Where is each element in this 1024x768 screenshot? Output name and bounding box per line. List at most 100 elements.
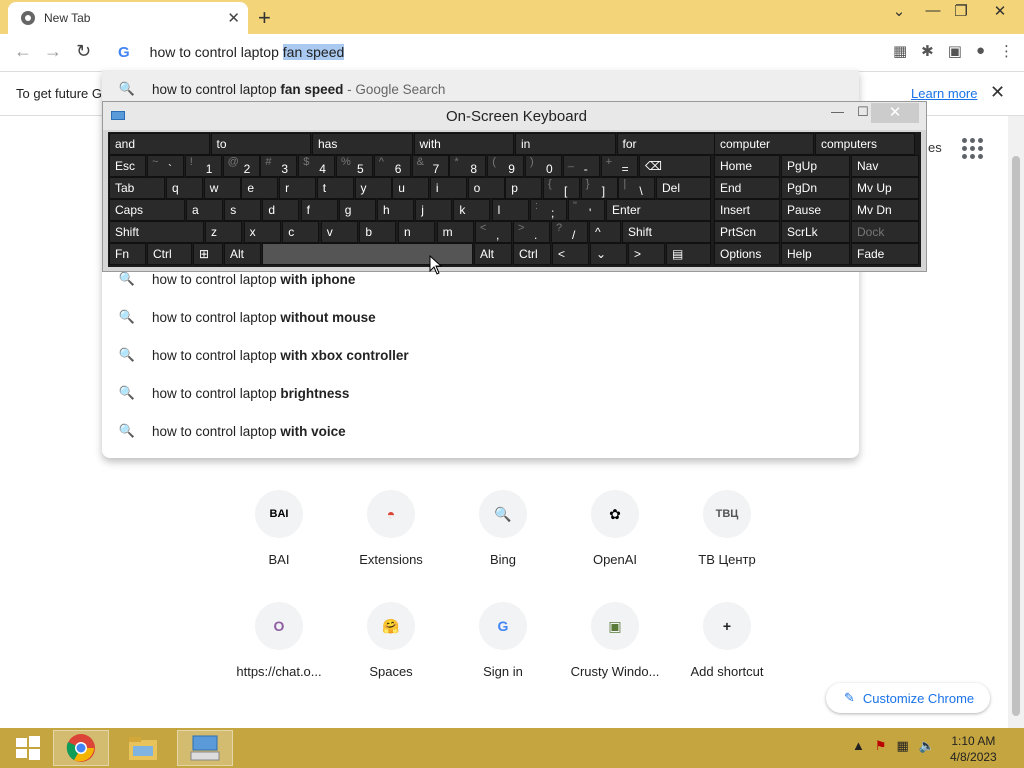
osk-key-menu[interactable]: ▤ xyxy=(666,243,711,265)
suggestion-item[interactable]: 🔍 how to control laptop with voice xyxy=(102,412,859,450)
osk-key-prtscn[interactable]: PrtScn xyxy=(714,221,780,243)
osk-title-bar[interactable]: On-Screen Keyboard — ☐ ✕ xyxy=(103,102,926,130)
clock[interactable]: 1:10 AM 4/8/2023 xyxy=(950,733,997,765)
osk-key-nav[interactable]: Nav xyxy=(851,155,919,177)
osk-key-v[interactable]: v xyxy=(320,221,358,243)
tab-close-icon[interactable]: ✕ xyxy=(227,9,240,27)
osk-key-d[interactable]: d xyxy=(262,199,300,221)
new-tab-button[interactable]: + xyxy=(258,5,271,31)
osk-key-sym[interactable]: }] xyxy=(580,177,618,199)
osk-key-down[interactable]: ⌄ xyxy=(590,243,627,265)
address-bar[interactable]: G how to control laptop fan speed xyxy=(102,34,859,70)
osk-prediction-0[interactable]: and xyxy=(109,133,210,155)
show-hidden-icons[interactable]: ▲ xyxy=(852,738,865,754)
osk-close-button[interactable]: ✕ xyxy=(871,103,919,123)
shortcut-tile[interactable]: 🔍 Bing xyxy=(455,490,551,567)
reload-icon[interactable]: ↻ xyxy=(76,41,91,62)
osk-key-pgup[interactable]: PgUp xyxy=(781,155,850,177)
osk-key-b[interactable]: b xyxy=(359,221,397,243)
osk-key-alt-right[interactable]: Alt xyxy=(474,243,512,265)
osk-key-sym[interactable]: {[ xyxy=(543,177,580,199)
back-icon[interactable]: ← xyxy=(14,41,32,62)
osk-key-end[interactable]: End xyxy=(714,177,780,199)
osk-prediction-5[interactable]: for xyxy=(616,133,717,155)
start-button[interactable] xyxy=(0,730,56,766)
osk-key-z[interactable]: z xyxy=(205,221,242,243)
minimize-button[interactable]: — xyxy=(918,2,948,19)
profile-icon[interactable]: ● xyxy=(976,42,985,60)
menu-icon[interactable]: ⋮ xyxy=(999,42,1014,60)
osk-prediction-right-1[interactable]: computers xyxy=(815,133,915,155)
customize-chrome-button[interactable]: ✎ Customize Chrome xyxy=(826,683,990,713)
osk-key-alt-left[interactable]: Alt xyxy=(224,243,261,265)
osk-prediction-2[interactable]: has xyxy=(312,133,413,155)
volume-icon[interactable]: 🔈 xyxy=(919,738,935,754)
osk-key-pause[interactable]: Pause xyxy=(781,199,850,221)
google-apps-icon[interactable] xyxy=(962,138,983,159)
osk-prediction-1[interactable]: to xyxy=(210,133,311,155)
osk-key-fade[interactable]: Fade xyxy=(851,243,919,265)
osk-key-sym[interactable]: " ' xyxy=(568,199,605,221)
restore-button[interactable]: ❐ xyxy=(946,2,976,20)
shortcut-tile[interactable]: 🤗 Spaces xyxy=(343,602,439,679)
osk-key-k[interactable]: k xyxy=(453,199,491,221)
osk-key-u[interactable]: u xyxy=(392,177,430,199)
osk-key-8[interactable]: * 8 xyxy=(449,155,487,177)
osk-key-ctrl-left[interactable]: Ctrl xyxy=(147,243,192,265)
osk-key-shift-left[interactable]: Shift xyxy=(109,221,204,243)
osk-key-right[interactable]: > xyxy=(628,243,665,265)
osk-key-s[interactable]: s xyxy=(224,199,262,221)
shortcut-tile[interactable]: BAI BAI xyxy=(231,490,327,567)
shortcut-tile[interactable]: ✿ OpenAI xyxy=(567,490,663,567)
tab-new-tab[interactable]: New Tab ✕ xyxy=(8,2,248,34)
osk-key-9[interactable]: (9 xyxy=(487,155,525,177)
suggestion-item[interactable]: 🔍 how to control laptop with xbox contro… xyxy=(102,336,859,374)
osk-key-m[interactable]: m xyxy=(436,221,474,243)
shortcut-tile[interactable]: Ohttps://chat.o... xyxy=(231,602,327,679)
osk-key-pgdn[interactable]: PgDn xyxy=(781,177,850,199)
osk-key--[interactable]: _ - xyxy=(562,155,600,177)
osk-key-7[interactable]: & 7 xyxy=(411,155,449,177)
osk-key-o[interactable]: o xyxy=(467,177,505,199)
osk-key-t[interactable]: t xyxy=(316,177,354,199)
close-window-button[interactable]: ✕ xyxy=(982,2,1018,20)
osk-key-e[interactable]: e xyxy=(241,177,279,199)
osk-key-4[interactable]: $4 xyxy=(298,155,336,177)
osk-key-n[interactable]: n xyxy=(398,221,435,243)
osk-key-=[interactable]: + = xyxy=(600,155,638,177)
action-center-icon[interactable]: ⚑ xyxy=(875,738,887,754)
osk-key-left[interactable]: < xyxy=(552,243,589,265)
images-link-partial[interactable]: es xyxy=(928,140,942,155)
learn-more-link[interactable]: Learn more xyxy=(911,86,977,101)
osk-prediction-4[interactable]: in xyxy=(515,133,616,155)
osk-prediction-3[interactable]: with xyxy=(413,133,514,155)
osk-key-1[interactable]: ! 1 xyxy=(184,155,222,177)
osk-key-options[interactable]: Options xyxy=(714,243,780,265)
side-panel-icon[interactable]: ▣ xyxy=(948,42,962,60)
osk-key-y[interactable]: y xyxy=(354,177,392,199)
osk-key-fn[interactable]: Fn xyxy=(109,243,146,265)
suggestion-item[interactable]: 🔍 how to control laptop without mouse xyxy=(102,298,859,336)
osk-key-dock[interactable]: Dock xyxy=(851,221,919,243)
osk-key-backspace[interactable]: ⌫ xyxy=(639,155,711,177)
osk-key-up[interactable]: ^ xyxy=(589,221,621,243)
osk-key-`[interactable]: ~ ` xyxy=(147,155,184,177)
shortcut-tile[interactable]: ТВЦ ТВ Центр xyxy=(679,490,775,567)
extensions-icon[interactable]: ✱ xyxy=(921,42,934,60)
osk-key-esc[interactable]: Esc xyxy=(109,155,146,177)
suggestion-item[interactable]: 🔍 how to control laptop brightness xyxy=(102,374,859,412)
osk-key-c[interactable]: c xyxy=(282,221,320,243)
osk-key-insert[interactable]: Insert xyxy=(714,199,780,221)
osk-key-3[interactable]: #3 xyxy=(260,155,298,177)
network-icon[interactable]: ▦ xyxy=(897,738,909,754)
osk-key-windows[interactable]: ⊞ xyxy=(193,243,223,265)
osk-key-p[interactable]: p xyxy=(505,177,543,199)
osk-maximize-button[interactable]: ☐ xyxy=(857,104,869,120)
osk-key-shift-right[interactable]: Shift xyxy=(622,221,711,243)
osk-key-2[interactable]: @2 xyxy=(222,155,260,177)
shortcut-tile[interactable]: ▣ Crusty Windo... xyxy=(567,602,663,679)
osk-key-0[interactable]: ) 0 xyxy=(525,155,562,177)
osk-key-tab[interactable]: Tab xyxy=(109,177,165,199)
osk-key-j[interactable]: j xyxy=(415,199,453,221)
shortcut-tile[interactable]: G Sign in xyxy=(455,602,551,679)
